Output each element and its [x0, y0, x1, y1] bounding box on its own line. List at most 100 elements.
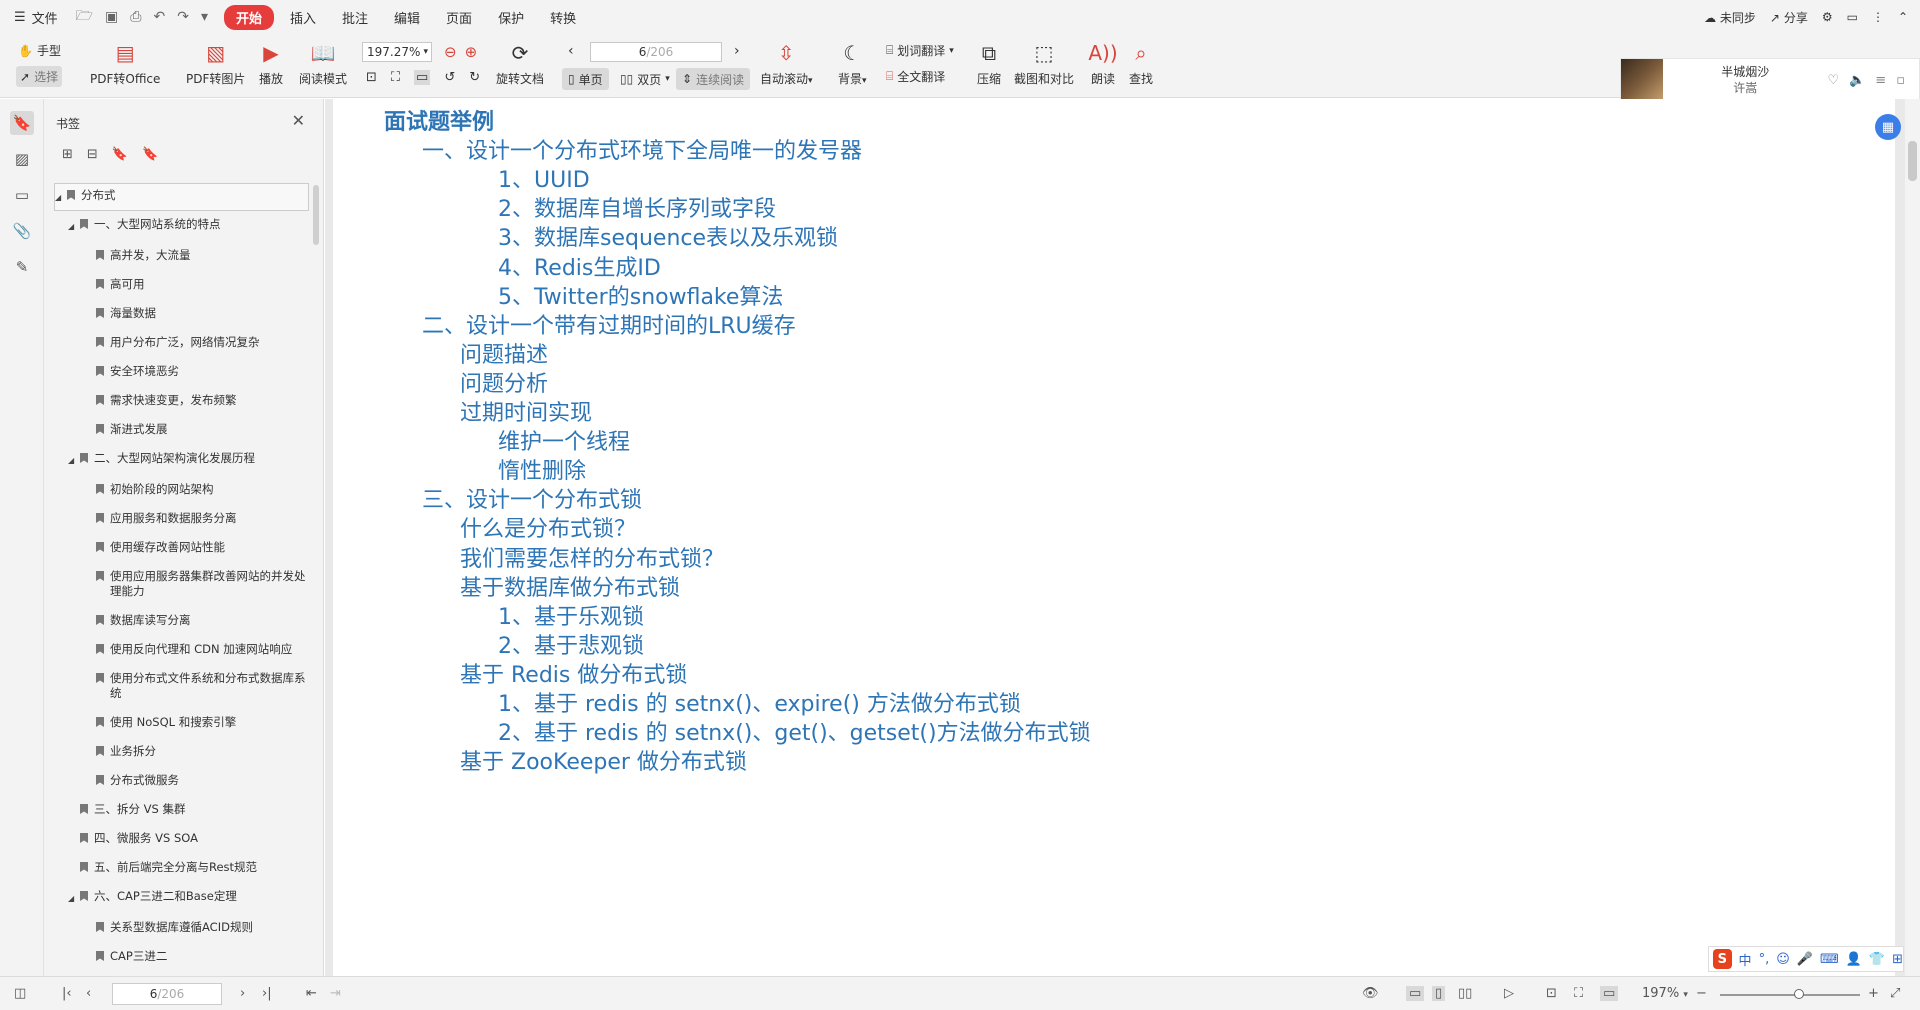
undo-icon[interactable]: ↶ [153, 9, 165, 25]
bookmark-item[interactable]: 使用缓存改善网站性能 [54, 534, 309, 563]
hand-tool-button[interactable]: ✋ 手型 [18, 42, 61, 59]
zoom-slider[interactable] [1720, 989, 1860, 999]
continuous-view-icon[interactable]: ▯ [1432, 986, 1446, 1001]
bookmark-item[interactable]: 三、拆分 VS 集群 [54, 796, 309, 825]
heart-icon[interactable]: ♡ [1827, 73, 1839, 88]
tab-annotate[interactable]: 批注 [332, 5, 378, 30]
comment-panel-icon[interactable]: ▭ [10, 183, 34, 207]
expand-arrow-icon[interactable] [84, 424, 94, 437]
eye-protect-icon[interactable]: 👁 [1362, 986, 1379, 1001]
expand-arrow-icon[interactable] [84, 250, 94, 263]
mic-icon[interactable]: 🎤 [1797, 952, 1813, 967]
read-aloud-button[interactable]: A)) 朗读 [1088, 40, 1117, 87]
bookmark-item[interactable]: 渐进式发展 [54, 416, 309, 445]
zoom-out-status-icon[interactable]: − [1696, 986, 1707, 1001]
bookmark-item[interactable]: 分布式微服务 [54, 767, 309, 796]
vertical-scrollbar[interactable] [1905, 99, 1920, 976]
expand-arrow-icon[interactable] [68, 804, 78, 817]
back-icon[interactable]: ⇤ [306, 986, 317, 1001]
zoom-dropdown-icon[interactable]: ▾ [423, 47, 428, 57]
expand-arrow-icon[interactable] [68, 862, 78, 875]
bookmark-item[interactable]: ◢ 二、大型网站架构演化发展历程 [54, 445, 309, 476]
background-button[interactable]: ☾ 背景▾ [838, 40, 867, 87]
tab-start[interactable]: 开始 [223, 4, 274, 30]
fit-page-icon[interactable]: ⛶ [391, 70, 400, 85]
expand-arrow-icon[interactable]: ◢ [68, 891, 78, 906]
expand-arrow-icon[interactable] [68, 833, 78, 846]
bookmark-item[interactable]: CAP三进二 [54, 943, 309, 972]
prev-page-status-icon[interactable]: ‹ [86, 986, 91, 1001]
page-number-input[interactable]: 6/206 [590, 42, 722, 62]
fit-width-status-icon[interactable]: ▭ [1600, 986, 1619, 1001]
file-menu[interactable]: ☰ 文件 [14, 8, 58, 27]
scrollbar-thumb[interactable] [1908, 141, 1917, 181]
skin-icon[interactable]: 👕 [1869, 952, 1885, 967]
bookmark-item[interactable]: 使用 NoSQL 和搜索引擎 [54, 709, 309, 738]
bookmark-item[interactable]: 应用服务和数据服务分离 [54, 505, 309, 534]
auto-scroll-button[interactable]: ⇳ 自动滚动▾ [760, 40, 813, 87]
user-icon[interactable]: 👤 [1846, 952, 1862, 967]
emoji-icon[interactable]: ☺ [1776, 952, 1790, 967]
fullscreen-icon[interactable]: ⤢ [1890, 986, 1900, 1001]
bookmark-item[interactable]: 海量数据 [54, 300, 309, 329]
print-icon[interactable]: ⎙ [130, 9, 141, 25]
open-icon[interactable]: 🗁 [76, 5, 93, 29]
expand-arrow-icon[interactable]: ◢ [68, 453, 78, 468]
expand-all-icon[interactable]: ⊞ [62, 147, 73, 162]
tab-page[interactable]: 页面 [436, 5, 482, 30]
attachment-icon[interactable]: 📎 [10, 219, 34, 243]
zoom-level[interactable]: 197% ▾ [1642, 986, 1688, 1001]
bookmark-item[interactable]: 关系型数据库遵循ACID规则 [54, 914, 309, 943]
tab-edit[interactable]: 编辑 [384, 5, 430, 30]
share-button[interactable]: ↗ 分享 [1770, 9, 1808, 26]
next-page-icon[interactable]: › [734, 43, 740, 59]
fit-page-status-icon[interactable]: ⛶ [1574, 986, 1583, 1001]
pdf-to-office-button[interactable]: ▤ PDF转Office [90, 40, 160, 87]
word-translate-button[interactable]: ⌸ 划词翻译 ▾ [886, 42, 954, 59]
expand-arrow-icon[interactable] [84, 775, 94, 788]
zoom-in-status-icon[interactable]: + [1868, 986, 1879, 1001]
settings-icon[interactable]: ⚙ [1822, 10, 1833, 24]
single-view-icon[interactable]: ▭ [1406, 986, 1425, 1001]
collapse-all-icon[interactable]: ⊟ [87, 147, 98, 162]
tab-protect[interactable]: 保护 [488, 5, 534, 30]
first-page-icon[interactable]: |‹ [62, 986, 72, 1001]
bookmark-item[interactable]: 四、微服务 VS SOA [54, 825, 309, 854]
expand-arrow-icon[interactable] [84, 279, 94, 292]
bookmark-item[interactable]: 需求快速变更，发布频繁 [54, 387, 309, 416]
actual-size-status-icon[interactable]: ⊡ [1546, 986, 1557, 1001]
continuous-read-button[interactable]: ⇕ 连续阅读 [676, 68, 751, 90]
sidebar-toggle-icon[interactable]: ◫ [14, 986, 26, 1001]
play-status-icon[interactable]: ▷ [1504, 986, 1514, 1001]
add-bookmark-icon[interactable]: 🔖 [112, 147, 128, 162]
expand-arrow-icon[interactable] [84, 717, 94, 730]
delete-bookmark-icon[interactable]: 🔖 [142, 147, 158, 162]
expand-arrow-icon[interactable] [84, 366, 94, 379]
volume-icon[interactable]: 🔈 [1849, 73, 1865, 88]
bookmark-item[interactable]: 用户分布广泛，网络情况复杂 [54, 329, 309, 358]
bookmark-item[interactable]: 五、前后端完全分离与Rest规范 [54, 854, 309, 883]
signature-icon[interactable]: ✎ [10, 255, 34, 279]
punctuation-icon[interactable]: °, [1759, 952, 1770, 967]
bookmark-item[interactable]: 使用反向代理和 CDN 加速网站响应 [54, 636, 309, 665]
read-mode-button[interactable]: 📖 阅读模式 [299, 40, 347, 87]
expand-arrow-icon[interactable] [84, 615, 94, 628]
actual-size-icon[interactable]: ⊡ [366, 70, 377, 85]
thumbnail-icon[interactable]: ▨ [10, 147, 34, 171]
playlist-icon[interactable]: ≡ [1875, 73, 1886, 88]
window-icon[interactable]: ▫ [1896, 73, 1905, 88]
expand-arrow-icon[interactable]: ◢ [68, 219, 78, 234]
play-button[interactable]: ▶ 播放 [258, 40, 284, 87]
floating-tool-icon[interactable]: ▦ [1875, 114, 1901, 140]
bookmark-item[interactable]: 使用应用服务器集群改善网站的并发处理能力 [54, 563, 309, 607]
bookmark-item[interactable]: 业务拆分 [54, 738, 309, 767]
zoom-slider-knob[interactable] [1794, 989, 1804, 999]
forward-icon[interactable]: ⇥ [330, 986, 341, 1001]
expand-arrow-icon[interactable] [84, 395, 94, 408]
expand-arrow-icon[interactable] [84, 337, 94, 350]
zoom-in-icon[interactable]: ⊕ [465, 43, 478, 61]
tab-convert[interactable]: 转换 [540, 5, 586, 30]
expand-arrow-icon[interactable] [84, 542, 94, 555]
bookmark-panel-icon[interactable]: 🔖 [10, 111, 34, 135]
comment-icon[interactable]: ▭ [1847, 10, 1858, 24]
